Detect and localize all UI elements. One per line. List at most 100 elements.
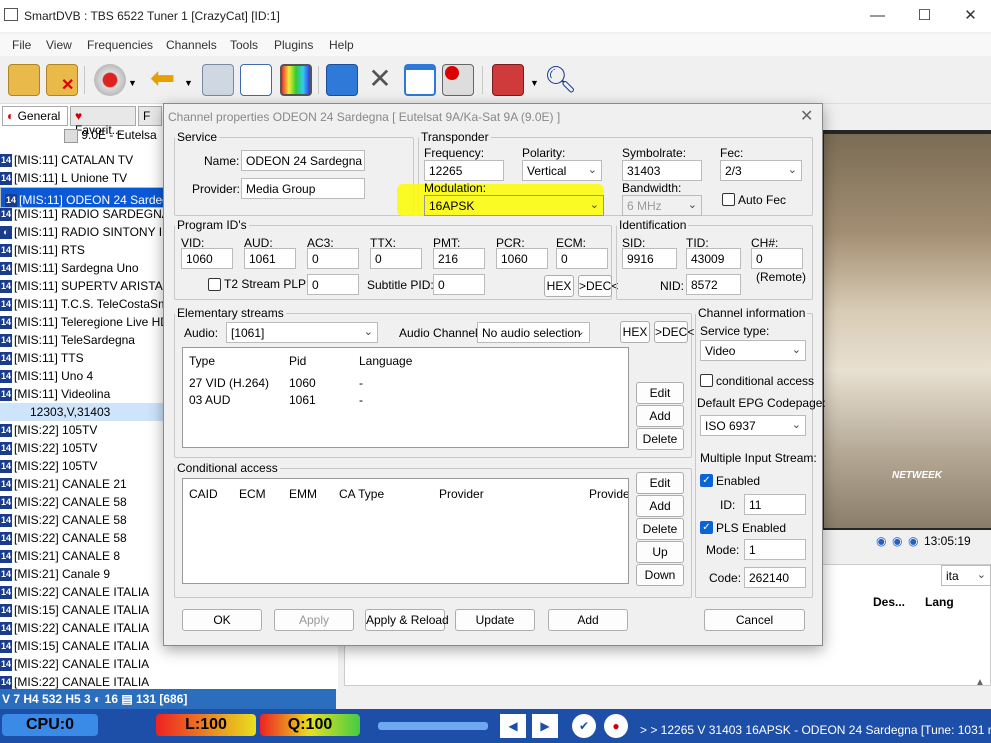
cancel-button[interactable]: Cancel	[704, 609, 805, 631]
volume-slider[interactable]	[378, 722, 488, 730]
es-hex-button[interactable]: HEX	[620, 321, 650, 343]
service-type-select[interactable]: Video ⌄	[700, 340, 806, 361]
col-pid[interactable]: Pid	[289, 354, 306, 368]
back-arrow-icon[interactable]: ⬅	[150, 64, 182, 96]
audio-select[interactable]: [1061] ⌄	[226, 322, 378, 343]
hex-button[interactable]: HEX	[544, 275, 574, 297]
tid-field[interactable]: 43009	[686, 248, 741, 269]
prev-channel-icon[interactable]: ◀	[500, 714, 526, 738]
minimize-button[interactable]: —	[855, 0, 900, 32]
ok-button[interactable]: OK	[182, 609, 262, 631]
audio-channel-select[interactable]: No audio selection ⌄	[477, 322, 590, 343]
settings-tools-icon[interactable]: ✕	[364, 64, 396, 96]
bandwidth-select[interactable]: 6 MHz ⌄	[622, 195, 702, 216]
check-icon[interactable]: ✔	[572, 714, 596, 738]
stream-row-2-type[interactable]: 03 AUD	[189, 393, 230, 407]
menu-tools[interactable]: Tools	[230, 38, 258, 52]
provider-field[interactable]: Media Group	[241, 178, 365, 199]
nid-field[interactable]: 8572	[686, 274, 741, 295]
stream-row-2-lang[interactable]: -	[359, 393, 363, 407]
conditional-access-checkbox[interactable]	[700, 374, 713, 387]
back-dropdown-icon[interactable]: ▼	[184, 78, 193, 88]
delete-folder-icon[interactable]: ✕	[46, 64, 78, 96]
stream-delete-button[interactable]: Delete	[636, 428, 684, 450]
ca-add-button[interactable]: Add	[636, 495, 684, 517]
streams-table[interactable]: Type Pid Language 27 VID (H.264) 1060 - …	[182, 347, 629, 448]
record-dropdown-icon[interactable]: ▼	[128, 78, 137, 88]
next-channel-icon[interactable]: ▶	[532, 714, 558, 738]
tab-favorites[interactable]: ♥ Favorit...	[70, 106, 136, 137]
col-caid[interactable]: CAID	[189, 487, 218, 501]
menu-file[interactable]: File	[12, 38, 31, 52]
pls-mode-field[interactable]: 1	[744, 539, 806, 560]
pls-enabled-checkbox[interactable]: ✓	[700, 521, 713, 534]
fec-select[interactable]: 2/3 ⌄	[720, 160, 802, 181]
channel-list-icon[interactable]	[240, 64, 272, 96]
pmt-field[interactable]: 216	[433, 248, 485, 269]
col-provider[interactable]: Provider	[439, 487, 484, 501]
polarity-select[interactable]: Vertical ⌄	[522, 160, 602, 181]
stream-row-2-pid[interactable]: 1061	[289, 393, 316, 407]
channel-item[interactable]: 14 [MIS:22] CANALE ITALIA	[0, 655, 338, 673]
es-dec-button[interactable]: >DEC<	[654, 321, 694, 343]
dec-button[interactable]: >DEC<	[578, 275, 618, 297]
col-emm[interactable]: EMM	[289, 487, 317, 501]
stream-edit-button[interactable]: Edit	[636, 382, 684, 404]
scroll-down-icon[interactable]: ▲	[975, 677, 985, 688]
dialog-close-icon[interactable]: ✕	[800, 106, 813, 126]
ttx-field[interactable]: 0	[370, 248, 422, 269]
aud-field[interactable]: 1061	[244, 248, 296, 269]
tv-icon[interactable]	[280, 64, 312, 96]
open-folder-icon[interactable]	[8, 64, 40, 96]
ca-table[interactable]: CAID ECM EMM CA Type Provider Provider	[182, 478, 629, 584]
menu-view[interactable]: View	[46, 38, 72, 52]
name-field[interactable]: ODEON 24 Sardegna	[241, 150, 365, 171]
pcr-field[interactable]: 1060	[496, 248, 548, 269]
col-desc[interactable]: Des...	[873, 595, 905, 609]
menu-frequencies[interactable]: Frequencies	[87, 38, 153, 52]
add-button[interactable]: Add	[548, 609, 628, 631]
fullscreen-icon[interactable]	[326, 64, 358, 96]
epg-codepage-select[interactable]: ISO 6937 ⌄	[700, 415, 806, 436]
menu-help[interactable]: Help	[329, 38, 354, 52]
vid-field[interactable]: 1060	[181, 248, 233, 269]
apply-button[interactable]: Apply	[274, 609, 354, 631]
window-icon[interactable]	[404, 64, 436, 96]
ca-up-button[interactable]: Up	[636, 541, 684, 563]
col-type[interactable]: Type	[189, 354, 215, 368]
stream-add-button[interactable]: Add	[636, 405, 684, 427]
tab-third[interactable]: F	[138, 106, 162, 126]
mis-id-field[interactable]: 11	[744, 494, 806, 515]
ch-field[interactable]: 0	[751, 248, 803, 269]
col-lang[interactable]: Lang	[925, 595, 954, 609]
update-button[interactable]: Update	[455, 609, 535, 631]
mis-enabled-checkbox[interactable]: ✓	[700, 474, 713, 487]
symbolrate-field[interactable]: 31403	[622, 160, 702, 181]
epg-icon[interactable]	[492, 64, 524, 96]
close-button[interactable]: ✕	[948, 0, 991, 32]
ecm-field[interactable]: 0	[556, 248, 608, 269]
sid-field[interactable]: 9916	[622, 248, 677, 269]
scheduler-icon[interactable]	[202, 64, 234, 96]
t2-plp-checkbox[interactable]	[208, 278, 221, 291]
stop-icon[interactable]: ◉	[908, 534, 918, 548]
ac3-field[interactable]: 0	[307, 248, 359, 269]
menu-channels[interactable]: Channels	[166, 38, 217, 52]
stream-row-1-lang[interactable]: -	[359, 376, 363, 390]
ca-edit-button[interactable]: Edit	[636, 472, 684, 494]
satellite-node[interactable]: 9.0E - Eutelsa	[64, 128, 164, 148]
pause-icon[interactable]: ◉	[892, 534, 902, 548]
language-select[interactable]: ita ⌄	[941, 565, 991, 586]
subtitle-pid-field[interactable]: 0	[433, 274, 485, 295]
stream-row-1-type[interactable]: 27 VID (H.264)	[189, 376, 269, 390]
ca-down-button[interactable]: Down	[636, 564, 684, 586]
maximize-button[interactable]: ☐	[902, 0, 947, 32]
menu-plugins[interactable]: Plugins	[274, 38, 313, 52]
frequency-field[interactable]: 12265	[424, 160, 504, 181]
ca-delete-button[interactable]: Delete	[636, 518, 684, 540]
col-ecm[interactable]: ECM	[239, 487, 266, 501]
col-language[interactable]: Language	[359, 354, 412, 368]
play-icon[interactable]: ◉	[876, 534, 886, 548]
record-status-icon[interactable]: ●	[604, 714, 628, 738]
record-screen-icon[interactable]	[442, 64, 474, 96]
